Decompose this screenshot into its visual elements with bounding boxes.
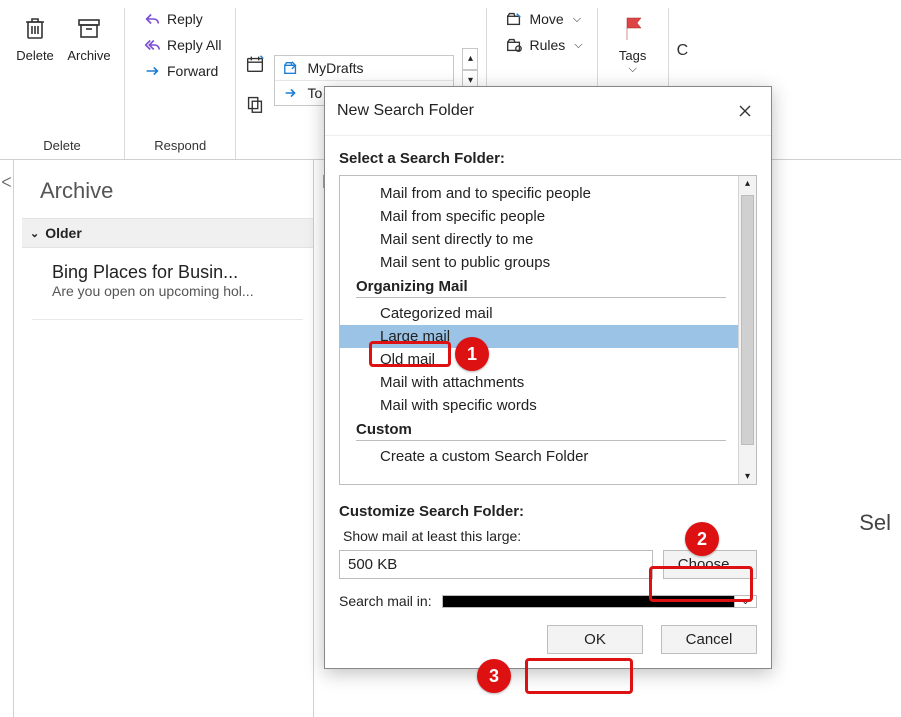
list-category: Custom bbox=[340, 417, 738, 438]
scroll-thumb[interactable] bbox=[741, 195, 754, 445]
quickstep-mydrafts[interactable]: MyDrafts bbox=[275, 56, 453, 81]
list-item[interactable]: Mail from and to specific people bbox=[340, 182, 738, 205]
select-folder-heading: Select a Search Folder: bbox=[339, 150, 757, 167]
forward-button[interactable]: Forward bbox=[137, 60, 227, 82]
search-folder-listbox[interactable]: Mail from and to specific people Mail fr… bbox=[339, 175, 757, 485]
listbox-scrollbar[interactable]: ▴ ▾ bbox=[738, 176, 756, 484]
move-folder-icon bbox=[505, 10, 523, 28]
forward-icon bbox=[143, 62, 161, 80]
quicksteps-up[interactable]: ▴ bbox=[462, 48, 478, 70]
quickstep-label: MyDrafts bbox=[307, 60, 363, 76]
delete-button[interactable]: Delete bbox=[8, 8, 62, 67]
reply-icon bbox=[143, 10, 161, 28]
forward-arrow-icon bbox=[283, 85, 299, 101]
list-item[interactable]: Mail with specific words bbox=[340, 394, 738, 417]
reply-all-button[interactable]: Reply All bbox=[137, 34, 227, 56]
new-search-folder-dialog: New Search Folder Select a Search Folder… bbox=[324, 86, 772, 669]
reply-label: Reply bbox=[167, 11, 203, 27]
search-in-combo[interactable] bbox=[442, 595, 735, 608]
ok-button[interactable]: OK bbox=[547, 625, 643, 654]
reading-pane-placeholder: Sel bbox=[859, 510, 891, 536]
size-label: Show mail at least this large: bbox=[343, 528, 757, 544]
ribbon-group-respond: Reply Reply All Forward Respond bbox=[125, 8, 236, 159]
dialog-titlebar: New Search Folder bbox=[325, 87, 771, 136]
group-header-older[interactable]: ⌄ Older bbox=[22, 218, 313, 248]
group-label-delete: Delete bbox=[43, 138, 81, 159]
customize-heading: Customize Search Folder: bbox=[339, 503, 757, 520]
flag-icon bbox=[617, 12, 649, 44]
rules-icon bbox=[505, 36, 523, 54]
search-in-dropdown[interactable]: ⌄ bbox=[735, 595, 757, 608]
list-item[interactable]: Mail sent directly to me bbox=[340, 228, 738, 251]
list-item[interactable]: Mail from specific people bbox=[340, 205, 738, 228]
message-subject: Bing Places for Busin... bbox=[52, 262, 293, 283]
reply-all-label: Reply All bbox=[167, 37, 221, 53]
move-label: Move bbox=[529, 11, 563, 27]
list-item-large-mail[interactable]: Large mail bbox=[340, 325, 738, 348]
close-icon bbox=[738, 104, 752, 118]
list-item[interactable]: Create a custom Search Folder bbox=[340, 445, 738, 465]
calendar-icon bbox=[244, 53, 266, 75]
ribbon-group-delete: Delete Archive Delete bbox=[0, 8, 125, 159]
copy-icon bbox=[244, 93, 266, 115]
scroll-down-icon[interactable]: ▾ bbox=[745, 469, 750, 484]
move-to-folder-icon bbox=[283, 60, 299, 76]
list-item[interactable]: Mail with attachments bbox=[340, 371, 738, 394]
delete-label: Delete bbox=[16, 48, 54, 63]
nav-collapse[interactable]: ᐸ bbox=[0, 160, 14, 717]
tags-label: Tags bbox=[619, 48, 646, 63]
rules-label: Rules bbox=[529, 37, 565, 53]
size-input[interactable]: 500 KB bbox=[339, 550, 653, 579]
close-button[interactable] bbox=[731, 97, 759, 125]
list-item[interactable]: Categorized mail bbox=[340, 302, 738, 325]
reply-all-icon bbox=[143, 36, 161, 54]
list-item[interactable]: Mail sent to public groups bbox=[340, 251, 738, 274]
message-item[interactable]: Bing Places for Busin... Are you open on… bbox=[32, 248, 303, 320]
search-in-label: Search mail in: bbox=[339, 593, 432, 609]
rules-button[interactable]: Rules bbox=[499, 34, 588, 56]
dialog-title: New Search Folder bbox=[337, 102, 474, 120]
message-list-pane: Archive ⌄ Older Bing Places for Busin...… bbox=[14, 160, 314, 717]
tags-button[interactable]: Tags ⌵ bbox=[606, 8, 660, 80]
archive-icon bbox=[73, 12, 105, 44]
group-header-label: Older bbox=[45, 225, 82, 241]
reply-button[interactable]: Reply bbox=[137, 8, 227, 30]
archive-button[interactable]: Archive bbox=[62, 8, 116, 67]
chevron-down-icon: ⌄ bbox=[30, 227, 39, 240]
group-label-respond: Respond bbox=[154, 138, 206, 159]
quicksteps-side-icons bbox=[244, 47, 266, 115]
choose-button[interactable]: Choose... bbox=[663, 550, 757, 579]
list-category: Organizing Mail bbox=[340, 274, 738, 295]
move-button[interactable]: Move bbox=[499, 8, 588, 30]
list-item[interactable]: Old mail bbox=[340, 348, 738, 371]
folder-title: Archive bbox=[40, 178, 297, 204]
archive-label: Archive bbox=[67, 48, 110, 63]
forward-label: Forward bbox=[167, 63, 218, 79]
scroll-up-icon[interactable]: ▴ bbox=[745, 176, 750, 191]
cancel-button[interactable]: Cancel bbox=[661, 625, 757, 654]
chevron-down-icon: ⌵ bbox=[628, 63, 636, 76]
chevron-left-icon: ᐸ bbox=[1, 174, 11, 191]
message-preview: Are you open on upcoming hol... bbox=[52, 283, 293, 299]
trash-icon bbox=[19, 12, 51, 44]
